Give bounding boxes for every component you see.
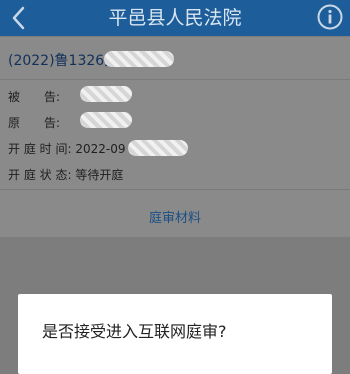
court-time-row: 开 庭 时 间: 2022-09 xyxy=(8,140,125,157)
redacted-blur xyxy=(104,51,174,67)
defendant-row: 被 告: xyxy=(8,88,60,105)
info-circle-icon[interactable] xyxy=(316,3,344,31)
defendant-label: 被 告: xyxy=(8,90,61,104)
page-title: 平邑县人民法院 xyxy=(108,7,242,29)
court-status-row: 开 庭 状 态: 等待开庭 xyxy=(8,166,123,183)
court-time-label: 开 庭 时 间: xyxy=(8,142,72,156)
redacted-blur xyxy=(128,140,188,156)
plaintiff-row: 原 告: xyxy=(8,114,60,131)
case-number: (2022)鲁1326民 xyxy=(8,53,119,69)
divider xyxy=(0,189,350,190)
court-status-value: 等待开庭 xyxy=(75,168,124,182)
case-card: (2022)鲁1326民 被 告: 原 告: 开 庭 时 间: 2022-09 … xyxy=(0,37,350,237)
app-header: 平邑县人民法院 xyxy=(0,0,350,36)
confirm-dialog: 是否接受进入互联网庭审? xyxy=(18,294,332,374)
trial-materials-link[interactable]: 庭审材料 xyxy=(0,207,350,226)
divider xyxy=(0,79,350,80)
plaintiff-label: 原 告: xyxy=(8,116,61,130)
court-time-value: 2022-09 xyxy=(75,142,126,156)
redacted-blur xyxy=(80,86,132,102)
court-status-label: 开 庭 状 态: xyxy=(8,168,72,182)
redacted-blur xyxy=(80,112,132,128)
dialog-question: 是否接受进入互联网庭审? xyxy=(42,322,227,341)
